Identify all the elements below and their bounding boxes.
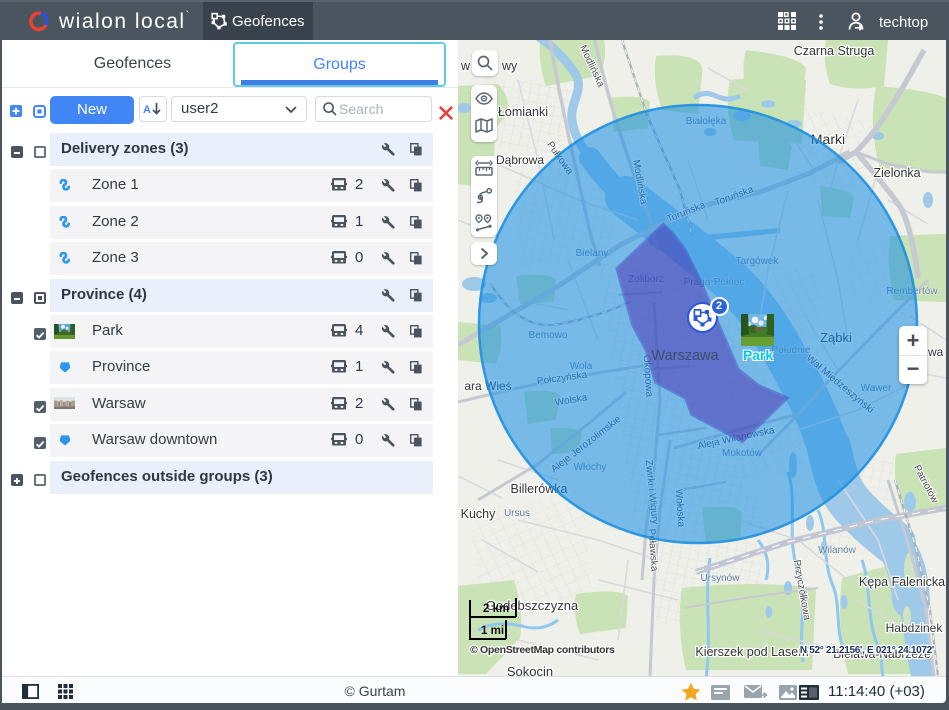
- svg-text:Kępa Falenicka: Kępa Falenicka: [859, 575, 945, 589]
- svg-text:Łomianki: Łomianki: [498, 105, 548, 119]
- svg-text:Zielonka: Zielonka: [873, 166, 920, 180]
- svg-text:A: A: [143, 104, 151, 116]
- svg-text:Kierszek pod Lasem: Kierszek pod Lasem: [695, 645, 808, 659]
- svg-text:wy: wy: [501, 59, 518, 73]
- svg-text:Sokocin: Sokocin: [507, 664, 553, 676]
- svg-text:Wilanów: Wilanów: [818, 545, 857, 556]
- svg-text:2 km: 2 km: [483, 603, 509, 615]
- svg-text:Habdzinek: Habdzinek: [886, 621, 944, 635]
- svg-text:Ursynów: Ursynów: [701, 573, 741, 584]
- svg-text:Czarna Struga: Czarna Struga: [794, 44, 875, 58]
- svg-text:Dąbrowa: Dąbrowa: [496, 153, 544, 167]
- svg-text:© OpenStreetMap contributors: © OpenStreetMap contributors: [470, 644, 615, 656]
- svg-text:Ursus: Ursus: [504, 508, 530, 519]
- svg-text:w: w: [460, 59, 471, 73]
- svg-text:wa C: wa C: [927, 345, 946, 359]
- svg-text:Warszawa: Warszawa: [651, 348, 719, 364]
- svg-text:Kuchy: Kuchy: [461, 507, 496, 521]
- svg-text:N 52° 21.2156', E 021° 24.1072: N 52° 21.2156', E 021° 24.1072': [800, 645, 934, 656]
- svg-text:1 mi: 1 mi: [481, 625, 504, 637]
